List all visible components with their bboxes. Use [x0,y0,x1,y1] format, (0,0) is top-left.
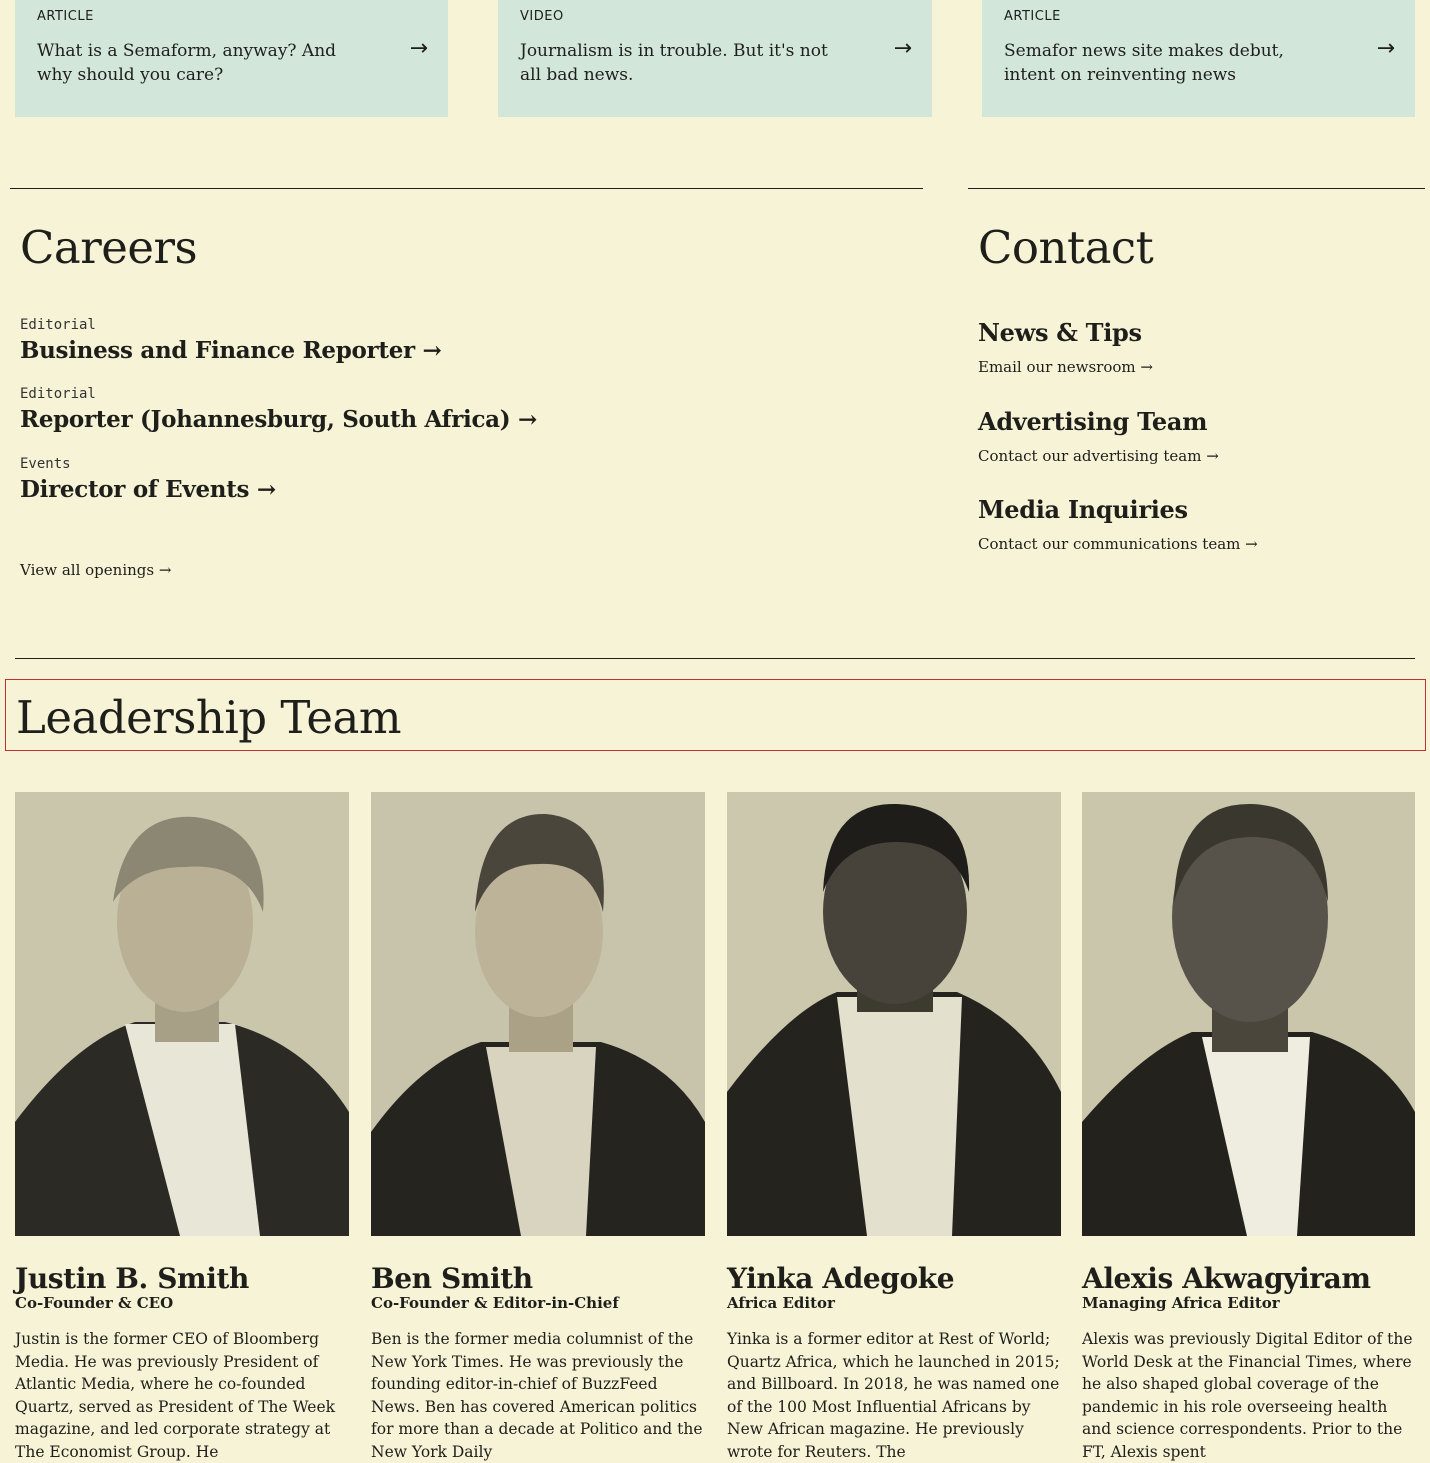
arrow-right-icon[interactable]: → [410,36,428,61]
contact-heading: Advertising Team [978,407,1208,436]
person-role: Co-Founder & CEO [15,1294,174,1312]
person-role: Managing Africa Editor [1082,1294,1280,1312]
person-bio: Alexis was previously Digital Editor of … [1082,1330,1413,1461]
person-role: Africa Editor [727,1294,835,1312]
person-bio: Ben is the former media columnist of the… [371,1330,703,1461]
job-link[interactable]: Director of Events → [20,476,276,503]
leadership-title: Leadership Team [16,691,402,744]
contact-link[interactable]: Contact our advertising team → [978,447,1219,465]
card-kind-label: ARTICLE [37,9,94,24]
divider [10,188,923,189]
arrow-right-icon[interactable]: → [894,36,912,61]
card-kind-label: VIDEO [520,9,564,24]
person-bio: Yinka is a former editor at Rest of Worl… [727,1330,1060,1461]
portrait-photo [15,792,349,1236]
divider [968,188,1425,189]
team-member-card[interactable]: Yinka Adegoke Africa Editor Yinka is a f… [727,792,1061,1461]
card-title[interactable]: Journalism is in trouble. But it's not a… [520,39,850,87]
contact-link[interactable]: Contact our communications team → [978,535,1258,553]
person-name: Yinka Adegoke [727,1262,955,1295]
video-card[interactable]: VIDEO Journalism is in trouble. But it's… [498,0,932,117]
contact-link[interactable]: Email our newsroom → [978,358,1153,376]
divider [15,658,1415,659]
portrait-photo [1082,792,1415,1236]
person-bio: Justin is the former CEO of Bloomberg Me… [15,1330,336,1461]
person-name: Ben Smith [371,1262,533,1295]
job-category: Editorial [20,317,96,333]
card-kind-label: ARTICLE [1004,9,1061,24]
person-role: Co-Founder & Editor-in-Chief [371,1294,619,1312]
team-member-card[interactable]: Alexis Akwagyiram Managing Africa Editor… [1082,792,1415,1461]
person-name: Alexis Akwagyiram [1082,1262,1371,1295]
contact-heading: News & Tips [978,318,1142,347]
job-link[interactable]: Business and Finance Reporter → [20,337,442,364]
view-all-openings-link[interactable]: View all openings → [20,561,171,579]
article-card[interactable]: ARTICLE Semafor news site makes debut, i… [982,0,1415,117]
portrait-photo [371,792,705,1236]
contact-title: Contact [978,221,1154,274]
article-card[interactable]: ARTICLE What is a Semaform, anyway? And … [15,0,448,117]
team-member-card[interactable]: Justin B. Smith Co-Founder & CEO Justin … [15,792,349,1461]
job-category: Events [20,456,71,472]
job-link[interactable]: Reporter (Johannesburg, South Africa) → [20,406,537,433]
arrow-right-icon[interactable]: → [1377,36,1395,61]
contact-heading: Media Inquiries [978,495,1188,524]
careers-title: Careers [20,221,198,274]
person-name: Justin B. Smith [15,1262,249,1295]
card-title[interactable]: Semafor news site makes debut, intent on… [1004,39,1334,87]
job-category: Editorial [20,386,96,402]
portrait-photo [727,792,1061,1236]
card-title[interactable]: What is a Semaform, anyway? And why shou… [37,39,367,87]
team-member-card[interactable]: Ben Smith Co-Founder & Editor-in-Chief B… [371,792,705,1461]
